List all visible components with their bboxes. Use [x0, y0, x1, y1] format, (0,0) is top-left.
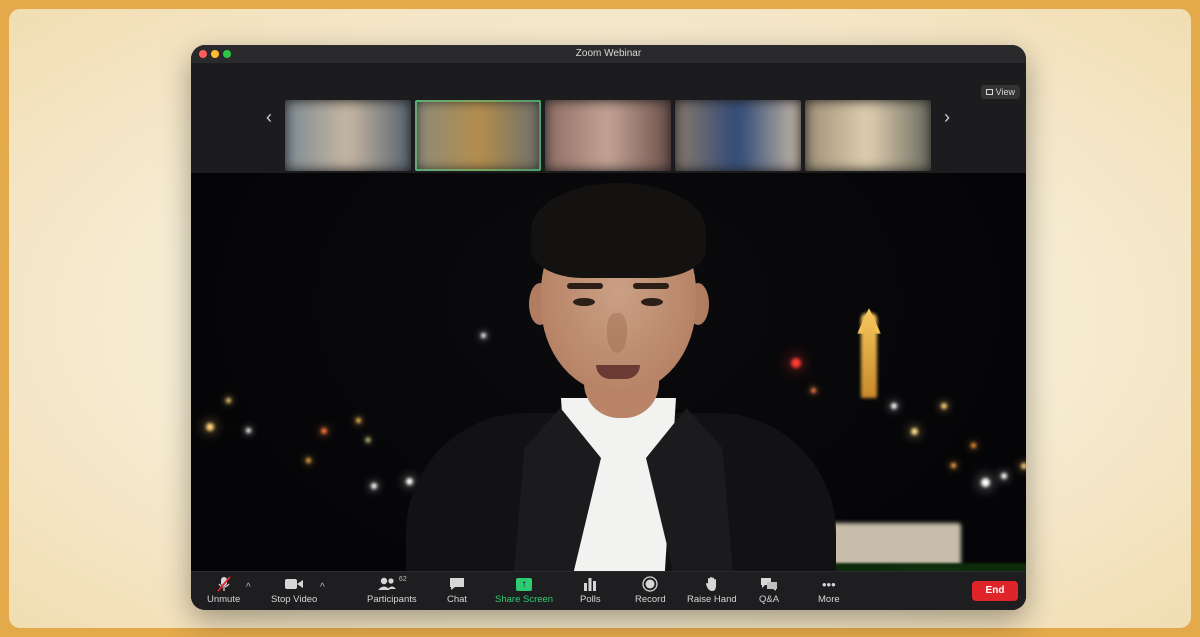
city-light	[306, 458, 311, 463]
unmute-label: Unmute	[207, 594, 241, 605]
active-speaker-video	[191, 173, 1026, 607]
audio-options-caret-icon[interactable]: ^	[246, 582, 251, 593]
window-title: Zoom Webinar	[575, 48, 642, 59]
city-light	[206, 423, 214, 431]
participant-thumbnail[interactable]	[675, 100, 801, 171]
more-button[interactable]: ••• More	[818, 576, 840, 606]
raise-hand-label: Raise Hand	[687, 594, 737, 605]
speaker-eye-left	[573, 298, 595, 306]
more-label: More	[818, 594, 840, 605]
raise-hand-button[interactable]: Raise Hand	[687, 576, 737, 605]
chat-label: Chat	[447, 594, 468, 605]
city-light	[371, 483, 377, 489]
participant-thumbnail[interactable]	[285, 100, 411, 171]
participant-thumbnail[interactable]	[415, 100, 541, 171]
grid-icon	[985, 89, 993, 95]
city-light	[911, 428, 918, 435]
muted-microphone-icon	[216, 576, 231, 592]
zoom-window: Zoom Webinar ‹ › View Unmute ^ Stop Vide…	[191, 45, 1026, 610]
end-button[interactable]: End	[972, 581, 1018, 601]
close-window-button[interactable]	[199, 50, 207, 58]
thumbnail-video	[675, 100, 801, 171]
speaker-nose	[607, 313, 627, 353]
qa-bubbles-icon	[760, 576, 778, 592]
participants-label: Participants	[367, 594, 417, 605]
maximize-window-button[interactable]	[223, 50, 231, 58]
bar-chart-icon	[583, 576, 597, 592]
window-controls	[199, 50, 231, 58]
qa-label: Q&A	[759, 594, 780, 605]
participant-thumbnail[interactable]	[805, 100, 931, 171]
participants-icon: 62	[377, 576, 407, 592]
speaker-brow-right	[633, 283, 669, 289]
share-screen-label: Share Screen	[495, 594, 554, 605]
share-screen-button[interactable]: ↑ Share Screen	[495, 576, 553, 605]
stop-video-button[interactable]: Stop Video	[271, 576, 317, 605]
city-light	[941, 403, 947, 409]
thumbnail-video	[545, 100, 671, 171]
polls-button[interactable]: Polls	[580, 576, 601, 605]
speaker-hair	[531, 183, 706, 278]
chat-bubble-icon	[449, 576, 465, 592]
city-light	[246, 428, 251, 433]
background-tower-body	[861, 313, 877, 398]
speaker-brow-left	[567, 283, 603, 289]
participant-strip: ‹ › View	[191, 63, 1026, 173]
speaker-eye-right	[641, 298, 663, 306]
thumbnail-video	[415, 100, 541, 171]
thumbnail-video	[285, 100, 411, 171]
record-icon	[642, 576, 658, 592]
chat-button[interactable]: Chat	[447, 576, 467, 605]
participant-count: 62	[398, 576, 407, 583]
city-light	[356, 418, 361, 423]
city-light	[1001, 473, 1007, 479]
city-light	[891, 403, 897, 409]
city-light	[226, 398, 231, 403]
outer-frame: Zoom Webinar ‹ › View Unmute ^ Stop Vide…	[0, 0, 1200, 637]
participant-thumbnail[interactable]	[545, 100, 671, 171]
polls-label: Polls	[580, 594, 601, 605]
video-options-caret-icon[interactable]: ^	[320, 582, 325, 593]
minimize-window-button[interactable]	[211, 50, 219, 58]
participants-button[interactable]: 62 Participants	[367, 576, 417, 605]
stop-video-label: Stop Video	[271, 594, 318, 605]
city-light	[981, 478, 990, 487]
share-screen-icon: ↑	[516, 576, 533, 592]
record-button[interactable]: Record	[635, 576, 666, 605]
unmute-button[interactable]: Unmute	[207, 576, 240, 605]
qa-button[interactable]: Q&A	[759, 576, 779, 605]
city-light	[321, 428, 327, 434]
city-light	[951, 463, 956, 468]
city-light	[366, 438, 370, 442]
video-camera-icon	[285, 576, 304, 592]
meeting-toolbar: Unmute ^ Stop Video ^ 62 Participants Ch…	[191, 571, 1026, 610]
chevron-left-icon[interactable]: ‹	[261, 107, 277, 128]
speaker	[401, 183, 841, 607]
hand-icon	[705, 576, 719, 592]
record-label: Record	[635, 594, 666, 605]
chevron-right-icon[interactable]: ›	[939, 107, 955, 128]
more-dots-icon: •••	[822, 576, 836, 592]
thumbnail-video	[805, 100, 931, 171]
view-label: View	[995, 87, 1015, 97]
city-light	[1021, 463, 1026, 469]
city-light	[971, 443, 976, 448]
view-button[interactable]: View	[980, 85, 1020, 99]
title-bar: Zoom Webinar	[191, 45, 1026, 63]
